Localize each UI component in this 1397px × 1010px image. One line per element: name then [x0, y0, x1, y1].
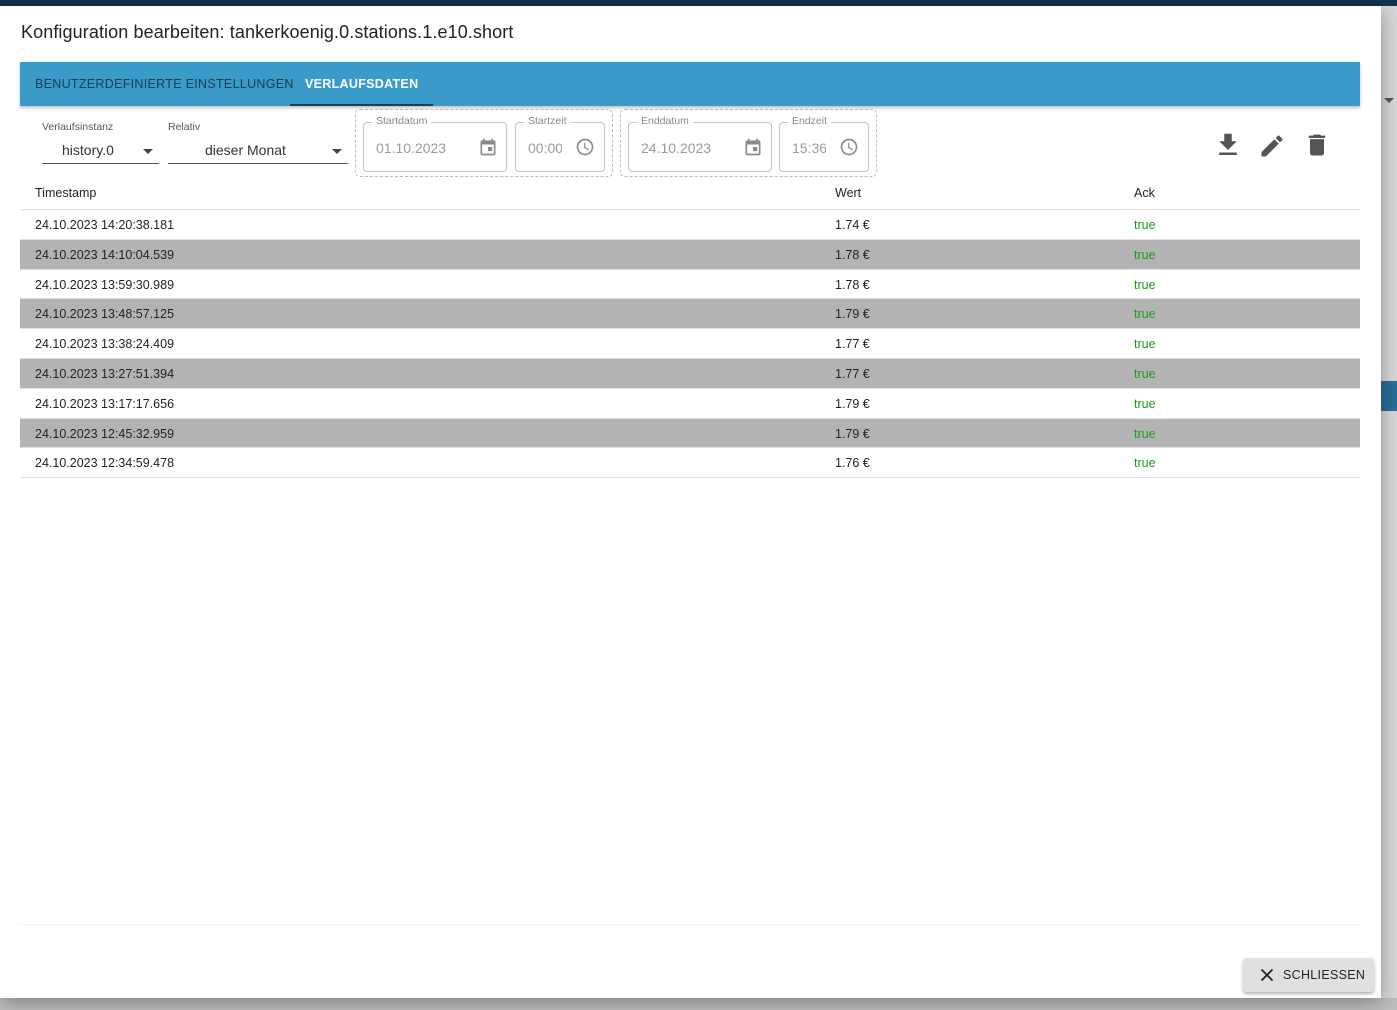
instance-select-value: history.0: [62, 142, 114, 158]
cell-timestamp: 24.10.2023 14:10:04.539: [35, 247, 175, 262]
clock-icon[interactable]: [575, 137, 595, 157]
cell-timestamp: 24.10.2023 12:45:32.959: [35, 426, 175, 441]
instance-select[interactable]: history.0: [42, 138, 159, 164]
cell-timestamp: 24.10.2023 12:34:59.478: [35, 456, 175, 471]
end-date-label: Enddatum: [637, 115, 693, 127]
table-row[interactable]: 24.10.2023 14:20:38.181 1.74 € true: [20, 210, 1360, 240]
table-header: Timestamp Wert Ack: [20, 178, 1360, 210]
calendar-icon[interactable]: [478, 137, 498, 157]
table-row[interactable]: 24.10.2023 13:48:57.125 1.79 € true: [20, 299, 1360, 330]
cell-timestamp: 24.10.2023 13:17:17.656: [35, 396, 175, 411]
edit-icon[interactable]: [1258, 132, 1286, 160]
cell-ack: true: [1134, 456, 1156, 471]
table-row[interactable]: 24.10.2023 13:38:24.409 1.77 € true: [20, 329, 1360, 359]
download-icon[interactable]: [1213, 130, 1243, 160]
start-date-field[interactable]: Startdatum 01.10.2023: [363, 115, 507, 172]
end-date-value: 24.10.2023: [641, 140, 712, 156]
table-row[interactable]: 24.10.2023 13:27:51.394 1.77 € true: [20, 358, 1360, 389]
cell-ack: true: [1134, 247, 1156, 262]
background-caret-icon: [1384, 98, 1394, 103]
end-time-label: Endzeit: [788, 115, 832, 127]
cell-timestamp: 24.10.2023 13:38:24.409: [35, 337, 175, 352]
background-app-footer: [0, 998, 1397, 1010]
relative-select[interactable]: dieser Monat: [168, 138, 348, 164]
close-button[interactable]: SCHLIESSEN: [1243, 958, 1374, 992]
cell-value: 1.79 €: [835, 426, 870, 441]
dialog-title: Konfiguration bearbeiten: tankerkoenig.0…: [21, 22, 514, 42]
delete-icon[interactable]: [1303, 131, 1331, 159]
cell-value: 1.78 €: [835, 247, 870, 262]
background-app-panel: [1381, 6, 1397, 1010]
edit-config-dialog: Konfiguration bearbeiten: tankerkoenig.0…: [0, 6, 1381, 998]
start-date-label: Startdatum: [372, 115, 432, 127]
close-button-label: SCHLIESSEN: [1283, 968, 1366, 982]
start-time-label: Startzeit: [524, 115, 571, 127]
end-time-field[interactable]: Endzeit 15:36: [779, 115, 869, 172]
table-row[interactable]: 24.10.2023 13:59:30.989 1.78 € true: [20, 270, 1360, 300]
instance-label: Verlaufsinstanz: [42, 121, 114, 133]
table-row[interactable]: 24.10.2023 12:34:59.478 1.76 € true: [20, 448, 1360, 479]
cell-timestamp: 24.10.2023 13:59:30.989: [35, 277, 175, 292]
relative-select-value: dieser Monat: [205, 142, 286, 158]
cell-ack: true: [1134, 218, 1156, 232]
table-row[interactable]: 24.10.2023 12:45:32.959 1.79 € true: [20, 418, 1360, 449]
cell-value: 1.74 €: [835, 218, 870, 232]
table-bottom-divider: [20, 924, 1360, 925]
chevron-down-icon: [143, 149, 153, 154]
cell-ack: true: [1134, 307, 1156, 322]
close-icon: [1260, 968, 1274, 982]
cell-timestamp: 24.10.2023 13:27:51.394: [35, 366, 175, 381]
table-row[interactable]: 24.10.2023 14:10:04.539 1.78 € true: [20, 239, 1360, 270]
start-time-field[interactable]: Startzeit 00:00: [515, 115, 605, 172]
cell-value: 1.77 €: [835, 366, 870, 381]
column-header-value[interactable]: Wert: [835, 186, 861, 200]
cell-value: 1.78 €: [835, 277, 870, 292]
column-header-timestamp[interactable]: Timestamp: [35, 186, 96, 200]
cell-ack: true: [1134, 396, 1156, 411]
cell-ack: true: [1134, 337, 1156, 352]
cell-ack: true: [1134, 426, 1156, 441]
cell-timestamp: 24.10.2023 14:20:38.181: [35, 218, 175, 232]
cell-value: 1.76 €: [835, 456, 870, 471]
tab-custom-settings[interactable]: BENUTZERDEFINIERTE EINSTELLUNGEN: [20, 62, 309, 106]
cell-ack: true: [1134, 366, 1156, 381]
background-selected-strip: [1381, 381, 1397, 411]
cell-value: 1.77 €: [835, 337, 870, 352]
start-time-value: 00:00: [528, 140, 562, 156]
relative-label: Relativ: [168, 121, 201, 133]
column-header-ack[interactable]: Ack: [1134, 186, 1155, 200]
calendar-icon[interactable]: [743, 137, 763, 157]
chevron-down-icon: [332, 149, 342, 154]
clock-icon[interactable]: [839, 137, 859, 157]
cell-ack: true: [1134, 277, 1156, 292]
end-time-value: 15:36: [792, 140, 826, 156]
table-row[interactable]: 24.10.2023 13:17:17.656 1.79 € true: [20, 389, 1360, 419]
cell-value: 1.79 €: [835, 396, 870, 411]
start-date-value: 01.10.2023: [376, 140, 447, 156]
tab-bar: BENUTZERDEFINIERTE EINSTELLUNGEN VERLAUF…: [20, 62, 1360, 106]
history-table-body: 24.10.2023 14:20:38.181 1.74 € true 24.1…: [20, 210, 1360, 479]
end-date-field[interactable]: Enddatum 24.10.2023: [628, 115, 772, 172]
cell-value: 1.79 €: [835, 307, 870, 322]
tab-history-data[interactable]: VERLAUFSDATEN: [290, 62, 434, 106]
cell-timestamp: 24.10.2023 13:48:57.125: [35, 307, 175, 322]
